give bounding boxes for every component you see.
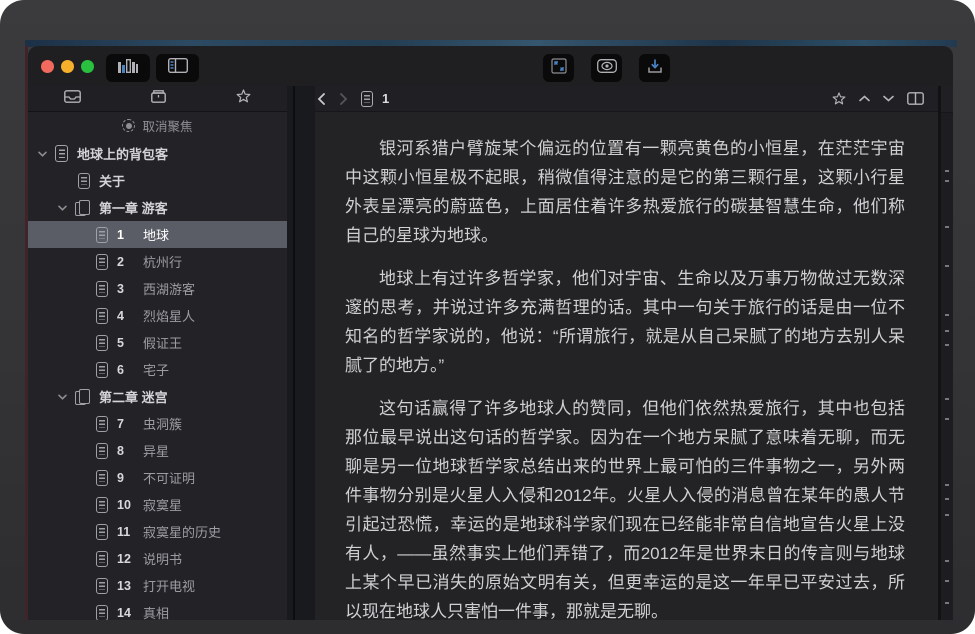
forward-chevron-icon[interactable] [339,93,348,105]
minimize-button[interactable] [61,60,74,73]
paragraph: 这句话赢得了许多地球人的赞同，但他们依然热爱旅行，其中也包括那位最早说出这句话的… [345,394,905,620]
editor-header: 1 [315,86,938,112]
tree-item-sheet-9[interactable]: 9 不可证明 [28,464,287,491]
book-icon [55,145,68,162]
focus-target-icon [122,119,135,132]
sheet-icon [78,173,90,189]
sidebar-layout-icon [168,58,188,78]
tree-item-sheet-12[interactable]: 12 说明书 [28,545,287,572]
tree-item-sheet-5[interactable]: 5 假证王 [28,329,287,356]
tree-item-sheet-6[interactable]: 6 宅子 [28,356,287,383]
tree-item-sheet-1[interactable]: 1 地球 [28,221,287,248]
sheet-icon [96,335,108,351]
app-window: 1 [28,46,953,620]
box-icon[interactable] [151,90,166,108]
sheet-icon [96,362,108,378]
eye-preview-icon [597,59,617,78]
group-icon [75,389,90,405]
chevron-down-icon[interactable] [883,95,894,102]
tree-item-sheet-2[interactable]: 2 杭州行 [28,248,287,275]
preview-button[interactable] [591,54,622,82]
split-view-icon[interactable] [907,92,924,105]
chevron-down-icon[interactable] [58,394,68,400]
unfocus-button[interactable]: 取消聚焦 [28,113,287,138]
sidebar-header [28,86,287,112]
second-editor-sliver [941,86,953,620]
tree-item-sheet-14[interactable]: 14 真相 [28,599,287,620]
back-chevron-icon[interactable] [317,93,326,105]
minimap-marks [945,170,949,172]
fullscreen-button[interactable] [543,54,574,82]
pane-divider[interactable] [287,86,315,620]
editor-layout-button[interactable] [156,54,199,82]
close-button[interactable] [41,60,54,73]
sheet-icon [96,551,108,567]
sheet-icon [96,578,108,594]
export-download-icon [647,58,663,79]
traffic-lights [41,60,94,73]
export-button[interactable] [639,54,670,82]
paragraph: 地球上有过许多哲学家，他们对宇宙、生命以及万事万物做过无数深邃的思考，并说过许多… [345,264,905,380]
editor-title: 1 [382,91,389,106]
zoom-button[interactable] [81,60,94,73]
tree-item-chapter1[interactable]: 第一章 游客 [28,194,287,221]
chevron-down-icon[interactable] [58,205,68,211]
sheet-icon [96,227,108,243]
sheet-icon [96,497,108,513]
tree-item-sheet-3[interactable]: 3 西湖游客 [28,275,287,302]
sheet-icon [96,524,108,540]
chevron-up-icon[interactable] [859,95,870,102]
group-icon [75,200,90,216]
inbox-icon[interactable] [64,90,81,108]
editor-text-area[interactable]: 银河系猎户臂旋某个偏远的位置有一颗亮黄色的小恒星，在茫茫宇宙中这颗小恒星极不起眼… [315,113,938,620]
document-tree: 地球上的背包客 关于 第一章 游客 1 地球 [28,140,287,620]
sheet-icon [96,416,108,432]
sidebar: 取消聚焦 地球上的背包客 关于 第一章 游客 [28,113,287,620]
tree-item-sheet-11[interactable]: 11 寂寞星的历史 [28,518,287,545]
tree-item-sheet-10[interactable]: 10 寂寞星 [28,491,287,518]
tree-item-book[interactable]: 地球上的背包客 [28,140,287,167]
titlebar [28,46,953,86]
sheet-icon [361,91,373,107]
sheet-icon [96,443,108,459]
fullscreen-icon [551,58,567,79]
library-toggle-button[interactable] [106,54,150,82]
tree-item-sheet-13[interactable]: 13 打开电视 [28,572,287,599]
tree-item-sheet-7[interactable]: 7 虫洞簇 [28,410,287,437]
screen-bezel: 1 [0,0,975,634]
sheet-icon [96,470,108,486]
star-icon[interactable] [236,89,251,108]
chevron-down-icon[interactable] [38,151,48,157]
tree-item-about[interactable]: 关于 [28,167,287,194]
sheet-icon [96,254,108,270]
tree-item-sheet-8[interactable]: 8 异星 [28,437,287,464]
tree-item-chapter2[interactable]: 第二章 迷宫 [28,383,287,410]
tree-item-sheet-4[interactable]: 4 烈焰星人 [28,302,287,329]
sheet-icon [96,308,108,324]
library-icon [117,58,139,79]
sheet-icon [96,605,108,621]
paragraph: 银河系猎户臂旋某个偏远的位置有一颗亮黄色的小恒星，在茫茫宇宙中这颗小恒星极不起眼… [345,134,905,250]
sheet-icon [96,281,108,297]
star-icon[interactable] [832,92,846,105]
